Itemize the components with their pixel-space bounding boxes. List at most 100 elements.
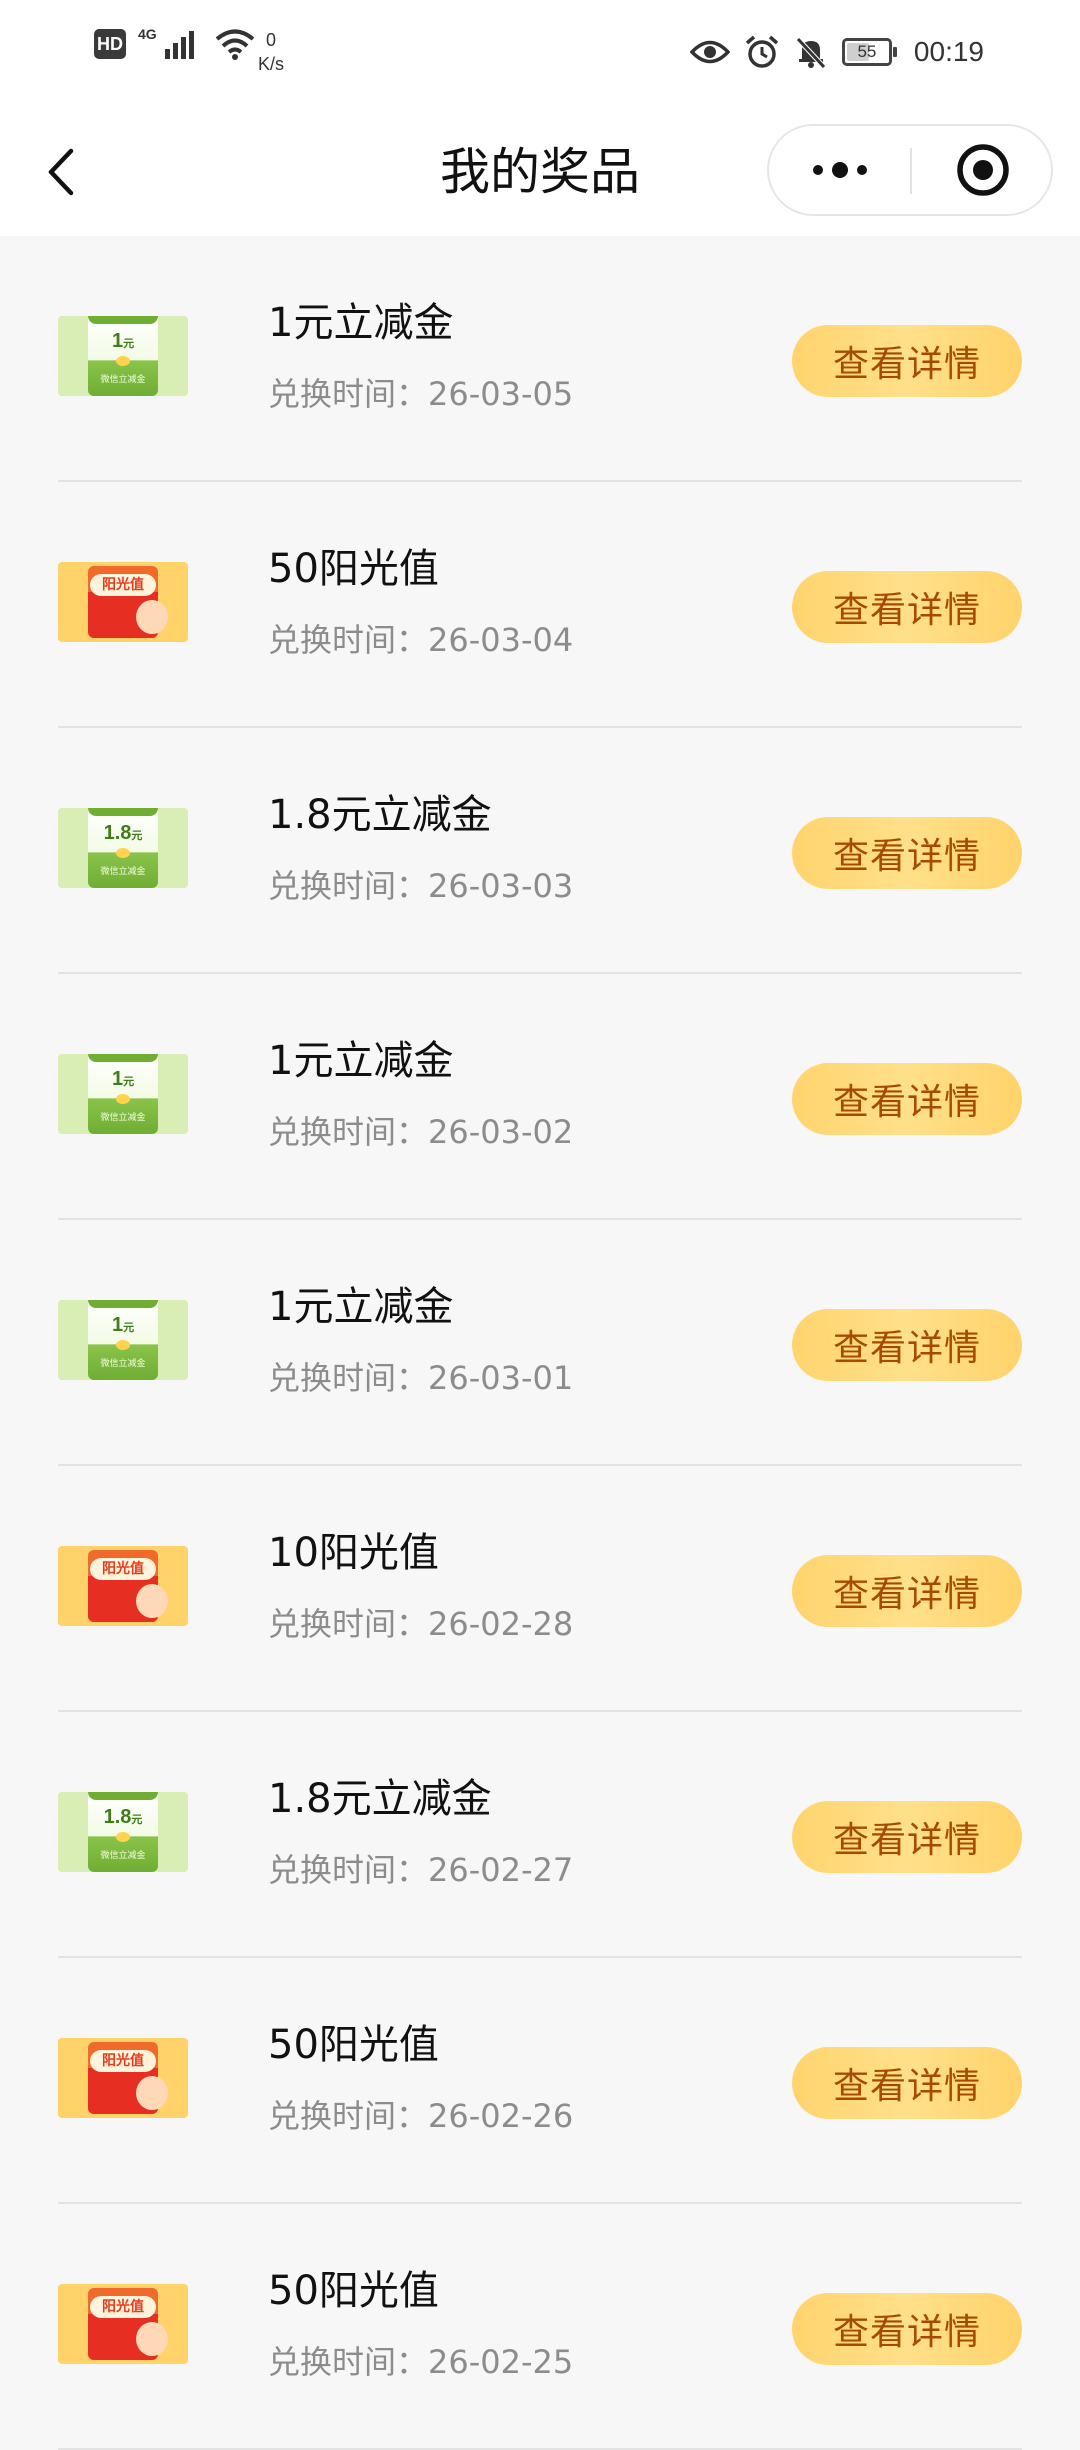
- view-details-button[interactable]: 查看详情: [792, 325, 1022, 397]
- close-mini-program-button[interactable]: [912, 126, 1053, 214]
- hd-icon: HD: [94, 29, 126, 59]
- prize-item: 1.8元 微信立减金 1.8元立减金兑换时间：26-02-27 查看详情: [0, 1712, 1080, 1958]
- prize-thumbnail: 1元 微信立减金: [58, 1054, 188, 1134]
- prize-name: 1元立减金: [268, 1284, 454, 1330]
- voucher-thumbnail: 1.8元 微信立减金: [58, 1792, 188, 1872]
- sunshine-label: 阳光值: [90, 2050, 156, 2072]
- voucher-amount-unit: 元: [131, 830, 143, 842]
- prize-thumbnail: 1.8元 微信立减金: [58, 808, 188, 888]
- coin-icon: [116, 1340, 130, 1350]
- voucher-caption: 微信立减金: [100, 375, 146, 385]
- prize-item: 1元 微信立减金 1元立减金 兑换时间：26-03-02 查看详情: [0, 974, 1080, 1220]
- alarm-icon: [745, 35, 779, 68]
- exchange-time-value: 26-02-25: [428, 2343, 574, 2381]
- view-details-button[interactable]: 查看详情: [792, 1801, 1022, 1873]
- exchange-time-value: 26-02-26: [428, 2097, 574, 2135]
- hand-icon: [136, 1584, 168, 1618]
- speed-value: 0: [266, 30, 277, 50]
- sunshine-thumbnail: 阳光值: [58, 2038, 188, 2118]
- exchange-time-value: 26-02-28: [428, 1605, 574, 1643]
- voucher-amount: 1元: [88, 1314, 158, 1337]
- exchange-time-label: 兑换时间：: [268, 867, 429, 905]
- prize-name: 50阳光值: [268, 2022, 439, 2068]
- prize-item: 阳光值 50阳光值兑换时间：26-02-26 查看详情: [0, 1958, 1080, 2204]
- exchange-time: 兑换时间：26-02-26: [268, 2096, 573, 2136]
- prize-thumbnail: 阳光值: [58, 562, 188, 642]
- hand-icon: [136, 600, 168, 634]
- exchange-time-label: 兑换时间：: [268, 1851, 429, 1889]
- prize-item: 1元 微信立减金 1元立减金兑换时间：26-03-05 查看详情: [0, 236, 1080, 482]
- prize-thumbnail: 1元 微信立减金: [58, 1300, 188, 1380]
- sunshine-thumbnail: 阳光值: [58, 562, 188, 642]
- network-speed: 0 K/s: [258, 28, 284, 76]
- exchange-time-value: 26-02-27: [428, 1851, 574, 1889]
- prize-name: 10阳光值: [268, 1530, 439, 1576]
- voucher-amount-value: 1: [111, 1314, 124, 1336]
- sunshine-thumbnail: 阳光值: [58, 2284, 188, 2364]
- voucher-flap: [88, 1792, 158, 1800]
- voucher-caption: 微信立减金: [100, 867, 146, 877]
- voucher-flap: [88, 1300, 158, 1308]
- status-right: 55 00:19: [689, 34, 984, 70]
- view-details-button[interactable]: 查看详情: [792, 1555, 1022, 1627]
- prize-list: 1元 微信立减金 1元立减金 兑换时间：26-03-05 查看详情 阳光值 50阳光…: [0, 236, 1080, 2450]
- voucher-amount-value: 1: [111, 330, 124, 352]
- signal-icon: [164, 31, 194, 59]
- view-details-button[interactable]: 查看详情: [792, 1063, 1022, 1135]
- battery-icon: 55: [841, 38, 897, 66]
- view-details-button[interactable]: 查看详情: [792, 2047, 1022, 2119]
- voucher-flap: [88, 316, 158, 324]
- prize-name: 1元立减金: [268, 300, 454, 346]
- voucher-caption: 微信立减金: [100, 1113, 146, 1123]
- mini-program-capsule: [767, 124, 1053, 216]
- mute-bell-icon: [796, 37, 826, 69]
- voucher-thumbnail: 1元 微信立减金: [58, 1054, 188, 1134]
- exchange-time-value: 26-03-04: [428, 621, 574, 659]
- prize-thumbnail: 1.8元 微信立减金: [58, 1792, 188, 1872]
- voucher-amount-value: 1: [111, 1068, 124, 1090]
- voucher-amount-unit: 元: [131, 1814, 143, 1826]
- eye-icon: [689, 40, 730, 64]
- voucher-amount-unit: 元: [123, 338, 135, 350]
- view-details-button[interactable]: 查看详情: [792, 1309, 1022, 1381]
- voucher-thumbnail: 1元 微信立减金: [58, 316, 188, 396]
- exchange-time-value: 26-03-02: [428, 1113, 574, 1151]
- voucher-amount-unit: 元: [123, 1322, 135, 1334]
- view-details-button[interactable]: 查看详情: [792, 571, 1022, 643]
- status-bar: HD 4G 0 K/s 55 00:19: [0, 0, 1080, 110]
- voucher-amount-value: 1.8: [103, 822, 132, 844]
- prize-thumbnail: 1元 微信立减金: [58, 316, 188, 396]
- speed-unit: K/s: [258, 54, 285, 74]
- prize-name: 1.8元立减金: [268, 1776, 492, 1822]
- view-details-button[interactable]: 查看详情: [792, 2293, 1022, 2365]
- target-icon: [956, 144, 1009, 196]
- view-details-button[interactable]: 查看详情: [792, 817, 1022, 889]
- voucher-flap: [88, 1054, 158, 1062]
- exchange-time-label: 兑换时间：: [268, 1605, 429, 1643]
- exchange-time-value: 26-03-05: [428, 375, 574, 413]
- prize-item: 阳光值 50阳光值兑换时间：26-03-04 查看详情: [0, 482, 1080, 728]
- prize-item: 1元 微信立减金 1元立减金兑换时间：26-03-01 查看详情: [0, 1220, 1080, 1466]
- exchange-time-label: 兑换时间：: [268, 2343, 429, 2381]
- sunshine-label: 阳光值: [90, 2296, 156, 2318]
- prize-name: 1.8元立减金: [268, 792, 492, 838]
- prize-name: 1元立减金: [268, 1038, 454, 1084]
- voucher-caption: 微信立减金: [100, 1359, 146, 1369]
- voucher-amount: 1.8元: [88, 822, 158, 845]
- exchange-time: 兑换时间：26-03-04: [268, 620, 573, 660]
- battery-level: 55: [857, 42, 877, 61]
- network-type: 4G: [138, 26, 157, 42]
- prize-item: 阳光值 50阳光值兑换时间：26-02-25 查看详情: [0, 2204, 1080, 2450]
- clock: 00:19: [913, 36, 984, 67]
- exchange-time: 兑换时间：26-03-01: [268, 1358, 573, 1398]
- prize-item: 1.8元 微信立减金 1.8元立减金 兑换时间：26-03-03 查看详情: [0, 728, 1080, 974]
- voucher-flap: [88, 808, 158, 816]
- sunshine-thumbnail: 阳光值: [58, 1546, 188, 1626]
- exchange-time-label: 兑换时间：: [268, 1359, 429, 1397]
- voucher-amount: 1元: [88, 330, 158, 353]
- prize-name: 50阳光值: [268, 546, 439, 592]
- more-button[interactable]: [769, 126, 910, 214]
- exchange-time: 兑换时间：26-03-05: [268, 374, 573, 414]
- voucher-thumbnail: 1.8元 微信立减金: [58, 808, 188, 888]
- prize-name: 50阳光值: [268, 2268, 439, 2314]
